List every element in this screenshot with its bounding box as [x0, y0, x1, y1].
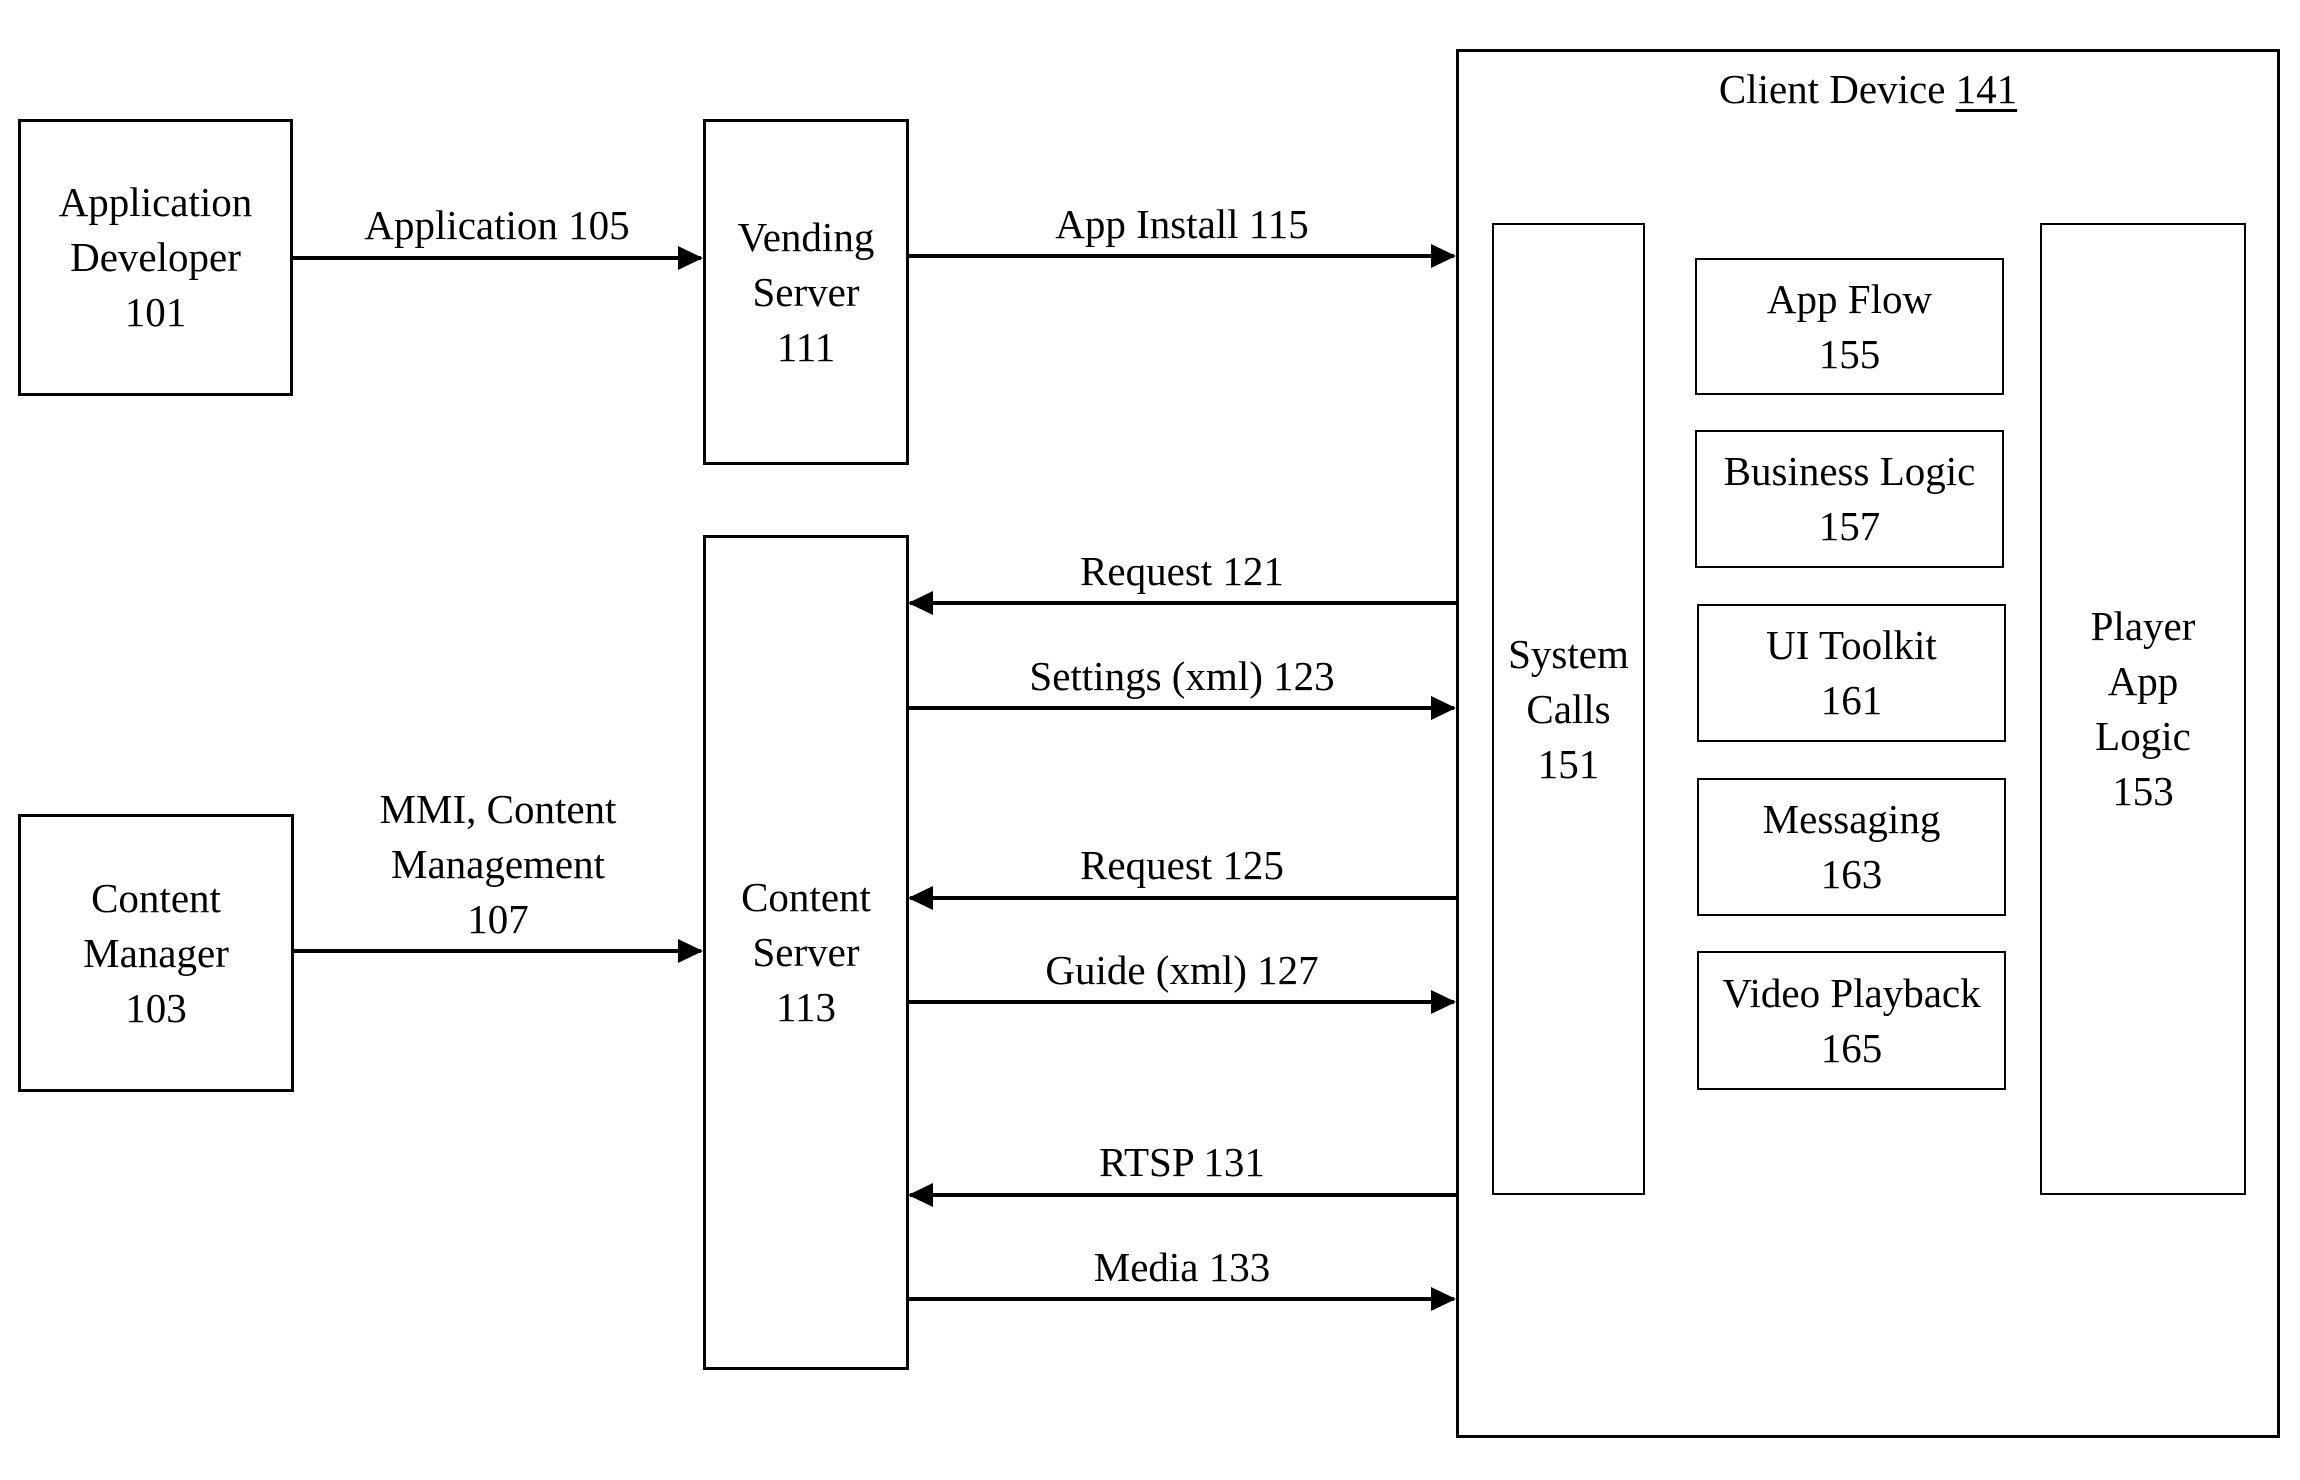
arrowhead-guide-127: [1431, 990, 1456, 1014]
edge-label-rtsp-131: RTSP 131: [1099, 1135, 1265, 1190]
edge-label-settings-123: Settings (xml) 123: [1029, 649, 1334, 704]
node-label-line: Messaging: [1762, 796, 1941, 842]
node-label-line: Content: [91, 874, 221, 921]
node-number: 151: [1537, 740, 1600, 787]
arrowhead-application-105: [678, 246, 703, 270]
client-device-title: Client Device 141: [1719, 62, 2017, 117]
node-number: 157: [1818, 503, 1881, 549]
edge-label-text: Settings (xml) 123: [1029, 653, 1335, 699]
edge-label-text: Request 121: [1080, 548, 1284, 594]
node-label-line: App Flow: [1766, 275, 1933, 322]
arrowhead-mmi-107: [678, 939, 703, 963]
business-logic-node: Business Logic 157: [1695, 430, 2004, 568]
node-label-line: Content: [741, 874, 871, 920]
system-calls-node: System Calls 151: [1492, 223, 1645, 1195]
application-developer-node: Application Developer 101: [18, 119, 293, 396]
edge-label-text: Management: [390, 841, 606, 887]
edge-label-text: App Install 115: [1055, 201, 1309, 247]
node-number: 161: [1820, 677, 1883, 723]
node-label-line: Player: [2090, 603, 2196, 649]
node-label-line: Calls: [1526, 685, 1611, 732]
node-label-line: Server: [752, 929, 860, 975]
arrowhead-settings-123: [1431, 696, 1456, 720]
edge-label-mmi-107: MMI, Content Management 107: [380, 782, 617, 947]
node-label-line: App: [2107, 658, 2179, 704]
edge-label-text: Guide (xml) 127: [1045, 947, 1319, 993]
content-manager-node: Content Manager 103: [18, 814, 294, 1092]
arrowhead-rtsp-131: [908, 1183, 933, 1207]
content-server-node: Content Server 113: [703, 535, 909, 1370]
node-label-line: Server: [752, 268, 860, 315]
arrowhead-app-install-115: [1431, 244, 1456, 268]
edge-label-text: RTSP 131: [1099, 1139, 1265, 1185]
edge-label-application-105: Application 105: [364, 198, 629, 253]
node-number: 113: [776, 984, 836, 1030]
ui-toolkit-node: UI Toolkit 161: [1697, 604, 2006, 742]
arrowhead-media-133: [1431, 1287, 1456, 1311]
player-app-logic-node: Player App Logic 153: [2040, 223, 2246, 1195]
node-number: 163: [1820, 851, 1883, 897]
node-label-line: Business Logic: [1723, 448, 1976, 494]
edge-label-text: MMI, Content: [379, 786, 617, 832]
node-number: 101: [124, 289, 187, 335]
node-label-line: Video Playback: [1722, 969, 1981, 1016]
client-device-title-text: Client Device: [1718, 66, 1946, 112]
node-number: 111: [776, 323, 836, 370]
node-label-line: UI Toolkit: [1766, 622, 1937, 668]
edge-label-text: Request 125: [1080, 842, 1284, 888]
edge-label-text: Media 133: [1093, 1244, 1271, 1290]
messaging-node: Messaging 163: [1697, 778, 2006, 916]
node-number: 103: [125, 984, 187, 1031]
edge-label-media-133: Media 133: [1094, 1240, 1271, 1295]
video-playback-node: Video Playback 165: [1697, 951, 2006, 1090]
node-label-line: Logic: [2095, 713, 2191, 759]
node-label-line: System: [1508, 630, 1629, 677]
edge-label-request-121: Request 121: [1080, 544, 1284, 599]
client-device-number: 141: [1955, 66, 2018, 112]
node-label-line: Manager: [83, 929, 229, 976]
node-label-line: Application: [58, 179, 253, 225]
edge-label-text: 107: [467, 896, 529, 942]
vending-server-node: Vending Server 111: [703, 119, 909, 465]
edge-label-app-install-115: App Install 115: [1055, 197, 1309, 252]
node-number: 155: [1818, 330, 1881, 377]
edge-label-text: Application 105: [364, 202, 630, 248]
arrowhead-request-121: [908, 591, 933, 615]
node-number: 153: [2112, 768, 2174, 814]
edge-label-request-125: Request 125: [1080, 838, 1284, 893]
node-number: 165: [1820, 1024, 1883, 1071]
app-flow-node: App Flow 155: [1695, 258, 2004, 395]
arrowhead-request-125: [908, 886, 933, 910]
edge-label-guide-127: Guide (xml) 127: [1045, 943, 1318, 998]
node-label-line: Developer: [70, 234, 241, 280]
node-label-line: Vending: [737, 213, 875, 260]
